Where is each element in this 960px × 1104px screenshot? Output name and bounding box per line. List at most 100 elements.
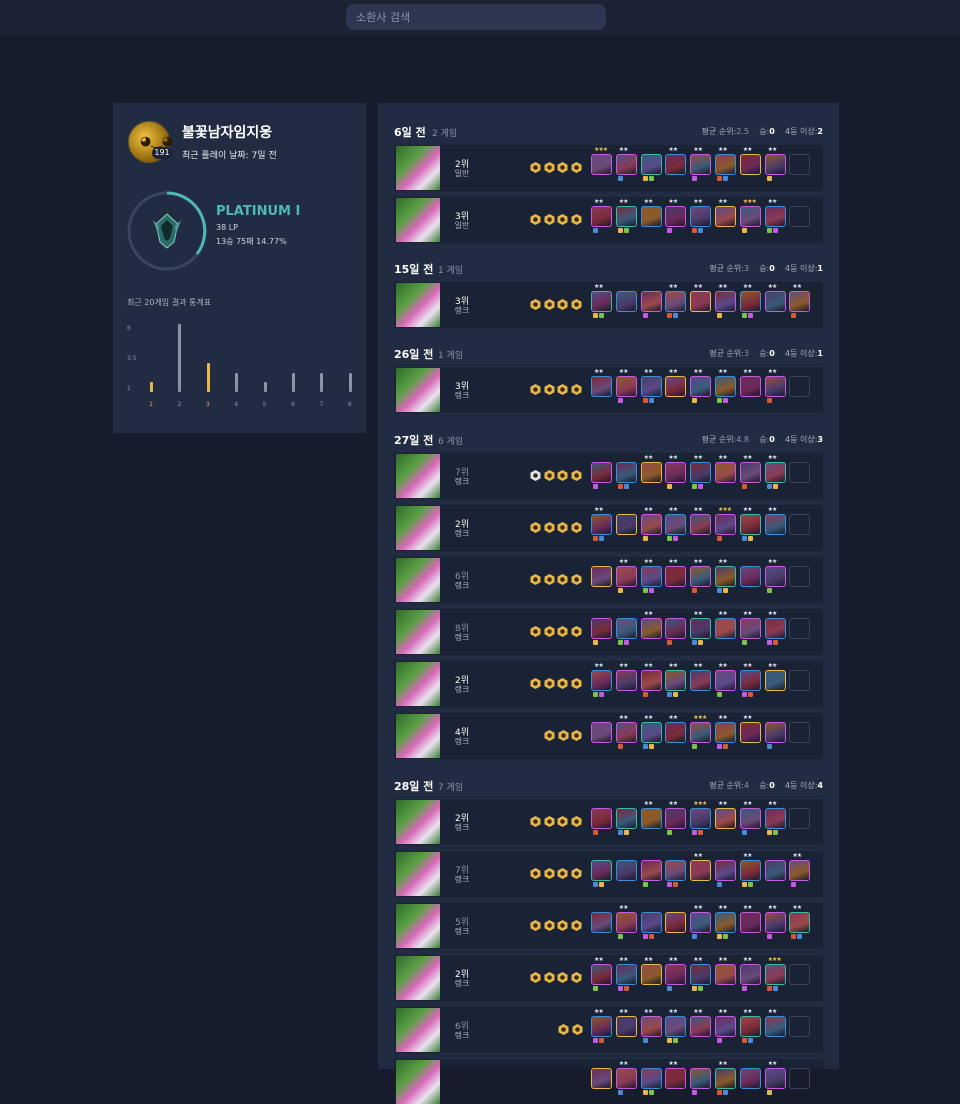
- champion-icon[interactable]: [764, 291, 786, 312]
- match-row[interactable]: 2위 랭크 ★★ ★★ ★★★ ★★ ★★ ★★: [394, 799, 823, 845]
- item-icon[interactable]: [723, 176, 728, 181]
- item-icon[interactable]: [623, 986, 629, 991]
- item-icon[interactable]: [593, 830, 598, 835]
- trait-icon[interactable]: [530, 162, 541, 173]
- trait-icon[interactable]: [544, 162, 555, 173]
- champion-icon[interactable]: [615, 376, 637, 397]
- item-icon[interactable]: [617, 588, 623, 593]
- champion-icon[interactable]: [591, 376, 612, 397]
- champion-icon[interactable]: [739, 566, 761, 587]
- trait-icon[interactable]: [530, 522, 541, 533]
- trait-icon[interactable]: [557, 626, 568, 637]
- champion-icon[interactable]: [739, 722, 761, 743]
- trait-icon[interactable]: [530, 574, 541, 585]
- item-icon[interactable]: [766, 228, 772, 233]
- item-icon[interactable]: [717, 692, 722, 697]
- champion-icon[interactable]: [591, 566, 612, 587]
- champion-icon[interactable]: [640, 618, 662, 639]
- champion-icon[interactable]: [715, 964, 736, 985]
- item-icon[interactable]: [797, 934, 803, 939]
- trait-icon[interactable]: [571, 214, 582, 225]
- champion-icon[interactable]: [640, 376, 662, 397]
- champion-icon[interactable]: [764, 912, 786, 933]
- champion-icon[interactable]: [640, 964, 662, 985]
- champion-icon[interactable]: [591, 722, 612, 743]
- item-icon[interactable]: [623, 830, 629, 835]
- item-icon[interactable]: [617, 176, 623, 181]
- trait-icon[interactable]: [571, 920, 582, 931]
- item-icon[interactable]: [766, 744, 772, 749]
- item-icon[interactable]: [747, 536, 753, 541]
- trait-icon[interactable]: [544, 972, 555, 983]
- champion-icon[interactable]: [640, 1068, 662, 1089]
- champion-icon[interactable]: [591, 291, 612, 312]
- item-icon[interactable]: [772, 484, 778, 489]
- champion-icon[interactable]: [591, 514, 612, 535]
- champion-icon[interactable]: [739, 1016, 761, 1037]
- item-icon[interactable]: [692, 986, 698, 991]
- item-icon[interactable]: [642, 882, 648, 887]
- champion-icon[interactable]: [690, 670, 712, 691]
- champion-icon[interactable]: [665, 514, 687, 535]
- item-icon[interactable]: [642, 398, 648, 403]
- item-icon[interactable]: [642, 176, 648, 181]
- item-icon[interactable]: [642, 313, 648, 318]
- item-icon[interactable]: [642, 536, 648, 541]
- champion-icon[interactable]: [640, 206, 662, 227]
- trait-icon[interactable]: [571, 868, 582, 879]
- trait-icon[interactable]: [557, 214, 568, 225]
- trait-icon[interactable]: [544, 730, 555, 741]
- item-icon[interactable]: [673, 536, 679, 541]
- champion-icon[interactable]: [615, 912, 637, 933]
- item-icon[interactable]: [692, 1090, 698, 1095]
- champion-icon[interactable]: [665, 722, 687, 743]
- champion-icon[interactable]: [789, 860, 811, 881]
- champion-icon[interactable]: [764, 964, 786, 985]
- item-icon[interactable]: [667, 692, 673, 697]
- champion-icon[interactable]: [764, 1016, 786, 1037]
- match-row[interactable]: 2위 랭크 ★★ ★★ ★★ ★★ ★★ ★★ ★★ ★★★: [394, 955, 823, 1001]
- champion-icon[interactable]: [764, 670, 786, 691]
- item-icon[interactable]: [667, 536, 673, 541]
- item-icon[interactable]: [717, 1038, 722, 1043]
- champion-icon[interactable]: [690, 1016, 712, 1037]
- champion-icon[interactable]: [640, 722, 662, 743]
- item-icon[interactable]: [593, 1038, 598, 1043]
- champion-icon[interactable]: [764, 462, 786, 483]
- champion-icon[interactable]: [665, 808, 687, 829]
- trait-icon[interactable]: [530, 972, 541, 983]
- champion-icon[interactable]: [665, 206, 687, 227]
- trait-icon[interactable]: [530, 214, 541, 225]
- champion-icon[interactable]: [690, 154, 712, 175]
- item-icon[interactable]: [766, 934, 772, 939]
- item-icon[interactable]: [593, 228, 598, 233]
- champion-icon[interactable]: [715, 566, 736, 587]
- item-icon[interactable]: [593, 484, 598, 489]
- champion-icon[interactable]: [665, 964, 687, 985]
- item-icon[interactable]: [717, 588, 722, 593]
- item-icon[interactable]: [593, 313, 598, 318]
- champion-icon[interactable]: [615, 291, 637, 312]
- item-icon[interactable]: [741, 640, 747, 645]
- trait-icon[interactable]: [530, 816, 541, 827]
- item-icon[interactable]: [698, 228, 704, 233]
- item-icon[interactable]: [667, 484, 673, 489]
- trait-icon[interactable]: [557, 384, 568, 395]
- item-icon[interactable]: [667, 640, 673, 645]
- champion-icon[interactable]: [715, 1016, 736, 1037]
- item-icon[interactable]: [617, 830, 623, 835]
- trait-icon[interactable]: [557, 972, 568, 983]
- trait-icon[interactable]: [571, 626, 582, 637]
- item-icon[interactable]: [617, 484, 623, 489]
- trait-icon[interactable]: [571, 574, 582, 585]
- champion-icon[interactable]: [739, 808, 761, 829]
- champion-icon[interactable]: [665, 462, 687, 483]
- champion-icon[interactable]: [615, 514, 637, 535]
- item-icon[interactable]: [673, 1038, 679, 1043]
- trait-icon[interactable]: [544, 522, 555, 533]
- champion-icon[interactable]: [690, 964, 712, 985]
- champion-icon[interactable]: [665, 1068, 687, 1089]
- item-icon[interactable]: [593, 640, 598, 645]
- champion-icon[interactable]: [665, 860, 687, 881]
- item-icon[interactable]: [717, 882, 722, 887]
